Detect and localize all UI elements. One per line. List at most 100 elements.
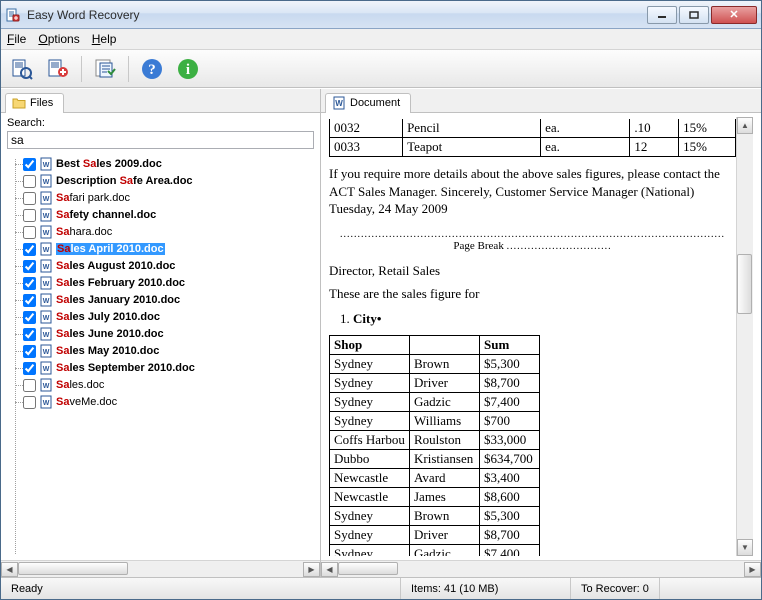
help-button[interactable]: ? bbox=[137, 54, 167, 84]
file-label: Sales August 2010.doc bbox=[56, 260, 175, 272]
status-ready: Ready bbox=[1, 578, 401, 599]
file-checkbox[interactable] bbox=[23, 260, 36, 273]
file-label: Description Safe Area.doc bbox=[56, 175, 193, 187]
file-label: Sales January 2010.doc bbox=[56, 294, 180, 306]
doc-paragraph: These are the sales figure for bbox=[329, 285, 736, 303]
word-doc-icon: W bbox=[39, 310, 53, 324]
toolbar-separator bbox=[81, 56, 82, 82]
file-item[interactable]: WSales June 2010.doc bbox=[9, 326, 320, 342]
svg-text:W: W bbox=[43, 196, 50, 203]
file-checkbox[interactable] bbox=[23, 362, 36, 375]
word-icon: W bbox=[332, 96, 346, 110]
word-doc-icon: W bbox=[39, 344, 53, 358]
file-checkbox[interactable] bbox=[23, 209, 36, 222]
about-button[interactable]: i bbox=[173, 54, 203, 84]
file-item[interactable]: W Best Sales 2009.doc bbox=[9, 156, 320, 172]
scroll-up-icon[interactable]: ▲ bbox=[737, 117, 753, 134]
file-checkbox[interactable] bbox=[23, 277, 36, 290]
file-label: Safari park.doc bbox=[56, 192, 130, 204]
svg-text:W: W bbox=[43, 400, 50, 407]
menu-help[interactable]: Help bbox=[92, 32, 117, 46]
svg-text:i: i bbox=[186, 62, 190, 78]
file-checkbox[interactable] bbox=[23, 294, 36, 307]
left-pane: Files Search: W Best Sales 2009.doc W Descr… bbox=[1, 89, 321, 577]
svg-text:W: W bbox=[43, 230, 50, 237]
sales-table: ShopSumSydneyBrown$5,300SydneyDriver$8,7… bbox=[329, 335, 540, 556]
svg-text:W: W bbox=[43, 162, 50, 169]
menu-options[interactable]: Options bbox=[38, 32, 79, 46]
file-checkbox[interactable] bbox=[23, 345, 36, 358]
search-input[interactable] bbox=[7, 131, 314, 149]
right-pane: W Document 0032Pencilea..1015%0033Teapot… bbox=[321, 89, 761, 577]
maximize-button[interactable] bbox=[679, 6, 709, 24]
content-area: Files Search: W Best Sales 2009.doc W Descr… bbox=[1, 88, 761, 577]
file-item[interactable]: WSales September 2010.doc bbox=[9, 360, 320, 376]
scroll-right-icon[interactable]: ▶ bbox=[303, 562, 320, 577]
file-item[interactable]: WSahara.doc bbox=[9, 224, 320, 240]
scroll-left-icon[interactable]: ◀ bbox=[1, 562, 18, 577]
file-checkbox[interactable] bbox=[23, 158, 36, 171]
file-item[interactable]: WSales April 2010.doc bbox=[9, 241, 320, 257]
file-item[interactable]: WSales January 2010.doc bbox=[9, 292, 320, 308]
svg-text:W: W bbox=[43, 179, 50, 186]
svg-text:W: W bbox=[43, 366, 50, 373]
statusbar: Ready Items: 41 (10 MB) To Recover: 0 bbox=[1, 577, 761, 599]
file-checkbox[interactable] bbox=[23, 311, 36, 324]
file-tree[interactable]: W Best Sales 2009.doc W Description Safe Ar… bbox=[1, 153, 320, 560]
file-checkbox[interactable] bbox=[23, 379, 36, 392]
doc-hscroll[interactable]: ◀ ▶ bbox=[321, 560, 761, 577]
scroll-thumb[interactable] bbox=[737, 254, 752, 314]
files-tab[interactable]: Files bbox=[5, 93, 64, 113]
file-label: Sales July 2010.doc bbox=[56, 311, 160, 323]
word-doc-icon: W bbox=[39, 157, 53, 171]
file-label: Safety channel.doc bbox=[56, 209, 156, 221]
file-checkbox[interactable] bbox=[23, 175, 36, 188]
svg-text:W: W bbox=[43, 349, 50, 356]
word-doc-icon: W bbox=[39, 378, 53, 392]
file-item[interactable]: W Sales July 2010.doc bbox=[9, 309, 320, 325]
file-item[interactable]: WSales February 2010.doc bbox=[9, 275, 320, 291]
scroll-right-icon[interactable]: ▶ bbox=[744, 562, 761, 577]
svg-text:W: W bbox=[43, 281, 50, 288]
file-checkbox[interactable] bbox=[23, 226, 36, 239]
document-tab[interactable]: W Document bbox=[325, 93, 411, 113]
scroll-left-icon[interactable]: ◀ bbox=[321, 562, 338, 577]
files-tab-label: Files bbox=[30, 97, 53, 109]
window-title: Easy Word Recovery bbox=[27, 8, 645, 22]
minimize-button[interactable] bbox=[647, 6, 677, 24]
scroll-down-icon[interactable]: ▼ bbox=[737, 539, 753, 556]
file-label: Best Sales 2009.doc bbox=[56, 158, 162, 170]
file-item[interactable]: WSaveMe.doc bbox=[9, 394, 320, 410]
preview-button[interactable] bbox=[7, 54, 37, 84]
file-item[interactable]: WSales August 2010.doc bbox=[9, 258, 320, 274]
recover-button[interactable] bbox=[43, 54, 73, 84]
file-checkbox[interactable] bbox=[23, 243, 36, 256]
file-label: Sales.doc bbox=[56, 379, 104, 391]
scroll-thumb[interactable] bbox=[338, 562, 398, 575]
file-item[interactable]: WSales May 2010.doc bbox=[9, 343, 320, 359]
word-doc-icon: W bbox=[39, 174, 53, 188]
window-controls: ✕ bbox=[645, 6, 757, 24]
left-hscroll[interactable]: ◀ ▶ bbox=[1, 560, 320, 577]
file-checkbox[interactable] bbox=[23, 396, 36, 409]
file-label: Sales June 2010.doc bbox=[56, 328, 164, 340]
word-doc-icon: W bbox=[39, 208, 53, 222]
file-checkbox[interactable] bbox=[23, 192, 36, 205]
file-item[interactable]: W Safari park.doc bbox=[9, 190, 320, 206]
word-doc-icon: W bbox=[39, 276, 53, 290]
word-doc-icon: W bbox=[39, 395, 53, 409]
menu-file[interactable]: File bbox=[7, 32, 26, 46]
doc-vscroll[interactable]: ▲ ▼ bbox=[736, 117, 753, 556]
titlebar: Easy Word Recovery ✕ bbox=[1, 1, 761, 29]
settings-button[interactable] bbox=[90, 54, 120, 84]
file-item[interactable]: W Description Safe Area.doc bbox=[9, 173, 320, 189]
close-button[interactable]: ✕ bbox=[711, 6, 757, 24]
file-item[interactable]: WSales.doc bbox=[9, 377, 320, 393]
search-label: Search: bbox=[7, 117, 45, 129]
svg-text:W: W bbox=[43, 213, 50, 220]
svg-text:W: W bbox=[43, 315, 50, 322]
file-item[interactable]: W Safety channel.doc bbox=[9, 207, 320, 223]
status-recover: To Recover: 0 bbox=[571, 578, 660, 599]
scroll-thumb[interactable] bbox=[18, 562, 128, 575]
file-checkbox[interactable] bbox=[23, 328, 36, 341]
